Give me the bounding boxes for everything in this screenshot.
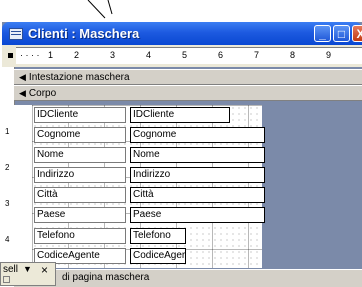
label-indirizzo[interactable]: Indirizzo — [34, 167, 126, 183]
ruler-tick: 1 — [48, 50, 54, 60]
field-nome[interactable]: Nome — [130, 147, 265, 163]
form-background — [262, 105, 362, 268]
label-citta[interactable]: Città — [34, 187, 126, 203]
horizontal-ruler: · · · · 1 2 3 4 5 6 7 8 9 — [16, 47, 362, 64]
form-icon — [9, 28, 23, 40]
label-cognome[interactable]: Cognome — [34, 127, 126, 143]
label-telefono[interactable]: Telefono — [34, 228, 126, 244]
label-paese[interactable]: Paese — [34, 207, 126, 223]
section-body-bar[interactable]: ◀ Corpo — [14, 85, 362, 101]
panel-label: sell — [3, 264, 19, 275]
ruler-tick: 9 — [326, 50, 332, 60]
close-button[interactable]: X — [352, 25, 362, 42]
vruler-tick: 2 — [5, 163, 10, 172]
ruler-tick: 4 — [146, 50, 152, 60]
ruler-tick: 3 — [110, 50, 116, 60]
decorative-lines — [87, 0, 113, 19]
section-arrow-icon: ◀ — [19, 72, 26, 82]
label-idcliente[interactable]: IDCliente — [34, 107, 126, 123]
vruler-tick: 3 — [5, 199, 10, 208]
field-idcliente[interactable]: IDCliente — [130, 107, 230, 123]
ruler-tick: 5 — [182, 50, 188, 60]
section-footer-bar[interactable]: di pagina maschera — [14, 269, 362, 287]
ruler-tick: 2 — [74, 50, 80, 60]
maximize-button[interactable]: □ — [333, 25, 350, 42]
close-icon[interactable]: × — [41, 263, 48, 277]
field-cognome[interactable]: Cognome — [130, 127, 265, 143]
ruler-row: · · · · 1 2 3 4 5 6 7 8 9 — [2, 45, 362, 67]
ruler-tick: 7 — [254, 50, 260, 60]
window-title: Clienti : Maschera — [28, 26, 140, 41]
field-codiceagente[interactable]: CodiceAger — [130, 248, 186, 264]
label-nome[interactable]: Nome — [34, 147, 126, 163]
section-arrow-icon: ◀ — [19, 88, 26, 98]
ruler-tick: 6 — [218, 50, 224, 60]
field-indirizzo[interactable]: Indirizzo — [130, 167, 265, 183]
form-selector[interactable] — [8, 53, 13, 58]
field-citta[interactable]: Città — [130, 187, 265, 203]
section-header-bar[interactable]: ◀ Intestazione maschera — [14, 69, 362, 85]
section-body-label: Corpo — [28, 88, 57, 99]
vruler-tick: 1 — [5, 127, 10, 136]
ruler-tick: 8 — [290, 50, 296, 60]
panel-grip-icon — [3, 276, 10, 283]
field-telefono[interactable]: Telefono — [130, 228, 186, 244]
property-panel-tab[interactable]: sell ▼ × — [0, 262, 56, 286]
section-header-label: Intestazione maschera — [28, 72, 130, 83]
background-strip — [0, 0, 362, 22]
field-paese[interactable]: Paese — [130, 207, 265, 223]
grid-margin — [14, 105, 32, 268]
minimize-button[interactable]: _ — [314, 25, 331, 42]
dropdown-icon[interactable]: ▼ — [23, 264, 32, 274]
vruler-tick: 4 — [5, 235, 10, 244]
section-footer-label: di pagina maschera — [62, 272, 150, 283]
window-title-bar[interactable]: Clienti : Maschera _ □ X — [2, 22, 362, 45]
